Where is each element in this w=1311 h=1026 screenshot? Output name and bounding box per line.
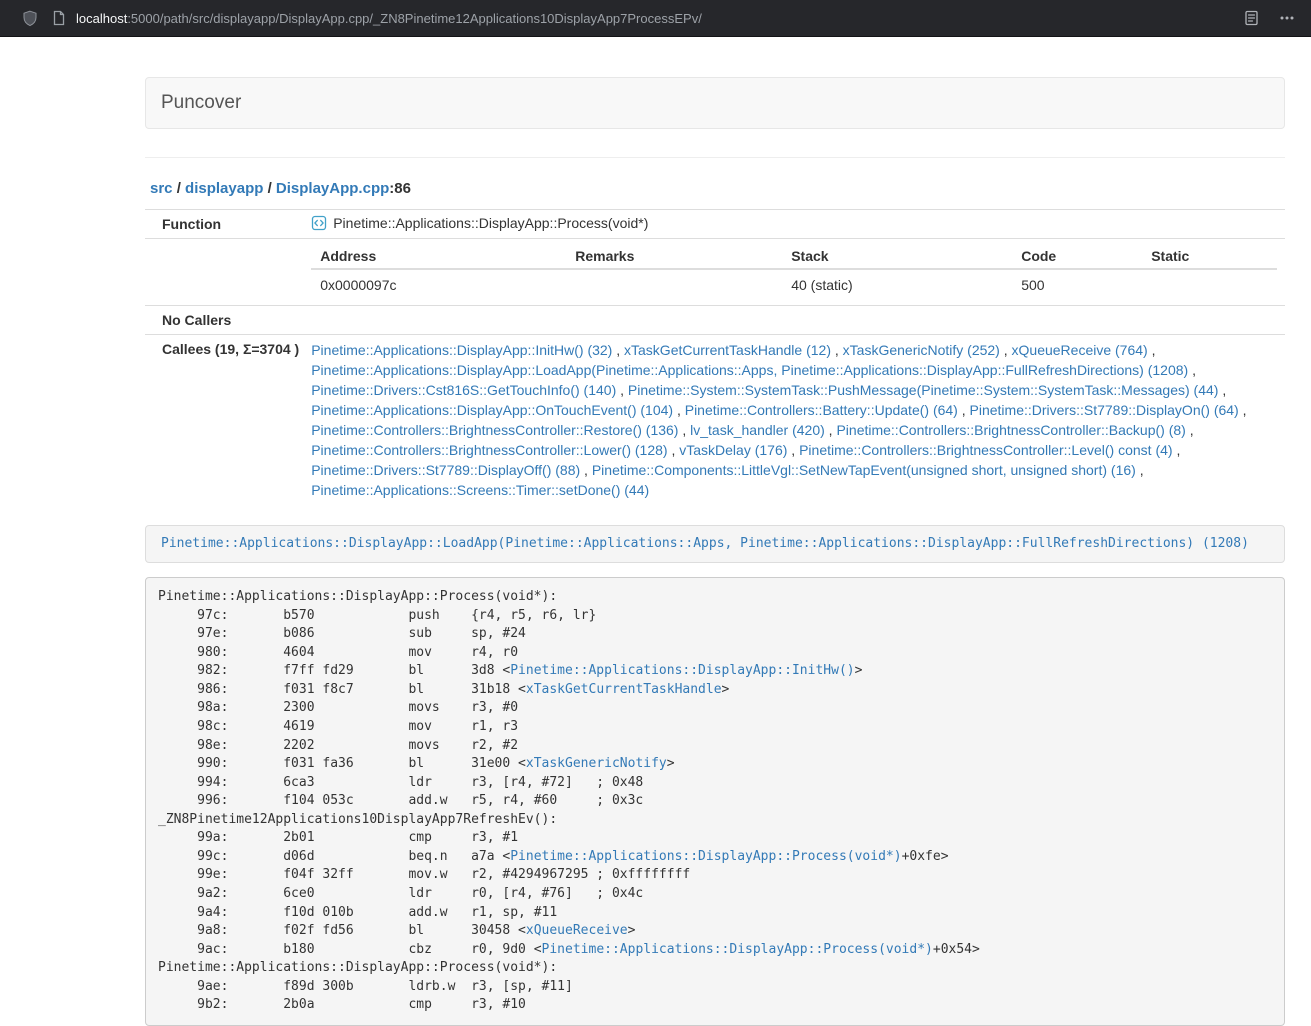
page-container: Puncover src / displayapp / DisplayApp.c… bbox=[145, 37, 1285, 1026]
callees-cell: Pinetime::Applications::DisplayApp::Init… bbox=[303, 335, 1285, 506]
browser-chrome: localhost:5000/path/src/displayapp/Displ… bbox=[0, 0, 1311, 37]
code-symbol-link[interactable]: Pinetime::Applications::DisplayApp::Proc… bbox=[510, 849, 901, 864]
callee-link[interactable]: Pinetime::Applications::DisplayApp::Init… bbox=[311, 342, 612, 358]
callee-link[interactable]: Pinetime::Controllers::BrightnessControl… bbox=[836, 422, 1185, 438]
code-symbol-link[interactable]: xTaskGetCurrentTaskHandle bbox=[526, 682, 722, 697]
callee-link[interactable]: Pinetime::Drivers::St7789::DisplayOn() (… bbox=[970, 402, 1239, 418]
function-name: Pinetime::Applications::DisplayApp::Proc… bbox=[333, 215, 648, 231]
empty-row-label bbox=[145, 239, 303, 306]
stats-row-container: Address Remarks Stack Code Static 0x0000… bbox=[145, 239, 1285, 306]
callee-separator: , bbox=[673, 402, 685, 418]
function-row: Function Pinetime::Applications::Display… bbox=[145, 210, 1285, 239]
callee-separator: , bbox=[1188, 362, 1196, 378]
more-options-icon[interactable] bbox=[1279, 10, 1295, 26]
url-host: localhost bbox=[76, 11, 127, 26]
col-address: Address bbox=[311, 244, 566, 269]
breadcrumb-separator: / bbox=[173, 180, 186, 197]
code-value: 500 bbox=[1012, 269, 1142, 300]
disassembly-block: Pinetime::Applications::DisplayApp::Proc… bbox=[145, 577, 1285, 1026]
symbol-table: Function Pinetime::Applications::Display… bbox=[145, 209, 1285, 505]
remarks-value bbox=[566, 269, 782, 300]
breadcrumb-line-number: :86 bbox=[389, 180, 411, 197]
callee-separator: , bbox=[1148, 342, 1156, 358]
code-symbol-link[interactable]: Pinetime::Applications::DisplayApp::Init… bbox=[510, 663, 854, 678]
address-value: 0x0000097c bbox=[311, 269, 566, 300]
shield-icon[interactable] bbox=[22, 10, 38, 27]
stack-value: 40 (static) bbox=[782, 269, 1012, 300]
col-remarks: Remarks bbox=[566, 244, 782, 269]
callee-separator: , bbox=[958, 402, 970, 418]
callee-link[interactable]: Pinetime::Controllers::Battery::Update()… bbox=[685, 402, 958, 418]
callee-separator: , bbox=[1218, 382, 1226, 398]
stats-table: Address Remarks Stack Code Static 0x0000… bbox=[311, 244, 1277, 300]
col-static: Static bbox=[1142, 244, 1277, 269]
callee-separator: , bbox=[831, 342, 843, 358]
function-row-label: Function bbox=[145, 210, 303, 239]
callee-separator: , bbox=[616, 382, 628, 398]
address-bar[interactable]: localhost:5000/path/src/displayapp/Displ… bbox=[52, 10, 1244, 26]
breadcrumb-link-displayapp[interactable]: displayapp bbox=[185, 180, 263, 197]
callee-separator: , bbox=[825, 422, 837, 438]
callee-link[interactable]: xQueueReceive (764) bbox=[1012, 342, 1148, 358]
callee-separator: , bbox=[1136, 462, 1144, 478]
callee-separator: , bbox=[1186, 422, 1194, 438]
callee-link[interactable]: Pinetime::Components::LittleVgl::SetNewT… bbox=[592, 462, 1136, 478]
code-symbol-link[interactable]: xTaskGenericNotify bbox=[526, 756, 667, 771]
callee-separator: , bbox=[612, 342, 624, 358]
callee-separator: , bbox=[787, 442, 799, 458]
method-icon bbox=[311, 215, 327, 231]
breadcrumb-link-src[interactable]: src bbox=[150, 180, 173, 197]
callees-row: Callees (19, Σ=3704 ) Pinetime::Applicat… bbox=[145, 335, 1285, 506]
callee-link[interactable]: Pinetime::System::SystemTask::PushMessag… bbox=[628, 382, 1219, 398]
stats-header-row: Address Remarks Stack Code Static bbox=[311, 244, 1277, 269]
callee-link[interactable]: Pinetime::Drivers::Cst816S::GetTouchInfo… bbox=[311, 382, 616, 398]
callee-separator: , bbox=[1173, 442, 1181, 458]
callee-link[interactable]: lv_task_handler (420) bbox=[690, 422, 825, 438]
callee-separator: , bbox=[1239, 402, 1247, 418]
callee-link[interactable]: Pinetime::Drivers::St7789::DisplayOff() … bbox=[311, 462, 580, 478]
callee-link[interactable]: xTaskGetCurrentTaskHandle (12) bbox=[624, 342, 831, 358]
callee-link[interactable]: vTaskDelay (176) bbox=[679, 442, 787, 458]
brand-link[interactable]: Puncover bbox=[161, 92, 241, 114]
breadcrumb: src / displayapp / DisplayApp.cpp:86 bbox=[150, 180, 1285, 197]
breadcrumb-link-file[interactable]: DisplayApp.cpp bbox=[276, 180, 389, 197]
callee-link[interactable]: Pinetime::Applications::Screens::Timer::… bbox=[311, 482, 649, 498]
callee-separator: , bbox=[1000, 342, 1012, 358]
callee-link[interactable]: Pinetime::Applications::DisplayApp::Load… bbox=[311, 362, 1188, 378]
callee-link[interactable]: Pinetime::Controllers::BrightnessControl… bbox=[311, 422, 678, 438]
code-symbol-link[interactable]: xQueueReceive bbox=[526, 923, 628, 938]
page-info-icon[interactable] bbox=[52, 10, 66, 26]
divider bbox=[145, 157, 1285, 158]
url-path: :5000/path/src/displayapp/DisplayApp.cpp… bbox=[127, 11, 702, 26]
col-stack: Stack bbox=[782, 244, 1012, 269]
url-text[interactable]: localhost:5000/path/src/displayapp/Displ… bbox=[76, 11, 702, 26]
callee-link[interactable]: Pinetime::Controllers::BrightnessControl… bbox=[311, 442, 667, 458]
reader-view-icon[interactable] bbox=[1244, 10, 1259, 26]
callee-separator: , bbox=[580, 462, 592, 478]
no-callers-label: No Callers bbox=[145, 306, 303, 335]
breadcrumb-separator: / bbox=[263, 180, 276, 197]
callee-link[interactable]: xTaskGenericNotify (252) bbox=[843, 342, 1000, 358]
col-code: Code bbox=[1012, 244, 1142, 269]
code-symbol-link[interactable]: Pinetime::Applications::DisplayApp::Proc… bbox=[542, 942, 933, 957]
callees-label: Callees (19, Σ=3704 ) bbox=[145, 335, 303, 506]
callee-separator: , bbox=[668, 442, 680, 458]
highlight-panel-link[interactable]: Pinetime::Applications::DisplayApp::Load… bbox=[161, 536, 1249, 551]
callee-link[interactable]: Pinetime::Applications::DisplayApp::OnTo… bbox=[311, 402, 673, 418]
navbar: Puncover bbox=[145, 77, 1285, 129]
toolbar-right bbox=[1244, 10, 1295, 26]
callee-link[interactable]: Pinetime::Controllers::BrightnessControl… bbox=[799, 442, 1172, 458]
no-callers-row: No Callers bbox=[145, 306, 1285, 335]
static-value bbox=[1142, 269, 1277, 300]
stats-data-row: 0x0000097c 40 (static) 500 bbox=[311, 269, 1277, 300]
callee-separator: , bbox=[678, 422, 690, 438]
highlight-panel: Pinetime::Applications::DisplayApp::Load… bbox=[145, 525, 1285, 563]
